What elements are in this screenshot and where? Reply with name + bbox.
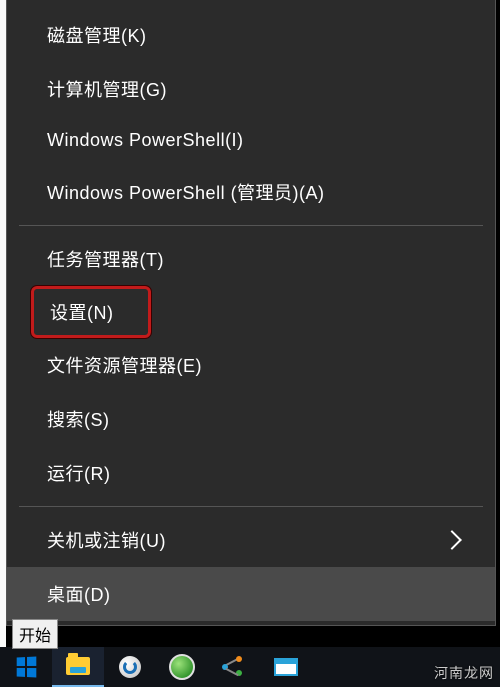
start-button[interactable]: [0, 647, 52, 687]
menu-item-powershell[interactable]: Windows PowerShell(I): [7, 116, 495, 165]
menu-item-computer-management[interactable]: 计算机管理(G): [7, 62, 495, 116]
menu-item-label: 设置(N): [50, 299, 114, 325]
menu-item-label: 文件资源管理器(E): [47, 352, 202, 378]
taskbar-item-app-3[interactable]: [208, 647, 260, 687]
share-nodes-icon: [222, 656, 246, 678]
watermark-text: 河南龙网: [434, 663, 494, 683]
taskbar: [0, 647, 500, 687]
menu-item-file-explorer[interactable]: 文件资源管理器(E): [7, 338, 495, 392]
menu-divider: [19, 506, 483, 507]
start-tooltip: 开始: [12, 619, 58, 649]
menu-item-run[interactable]: 运行(R): [7, 446, 495, 500]
taskbar-item-app-2[interactable]: [156, 647, 208, 687]
folder-icon: [66, 657, 90, 675]
menu-item-label: 搜索(S): [47, 406, 110, 432]
menu-item-label: 运行(R): [47, 460, 111, 486]
app-circle-icon: [119, 656, 141, 678]
menu-item-powershell-admin[interactable]: Windows PowerShell (管理员)(A): [7, 165, 495, 219]
menu-item-label: Windows PowerShell (管理员)(A): [47, 179, 325, 205]
menu-item-shutdown-signout[interactable]: 关机或注销(U): [7, 513, 495, 567]
menu-item-label: 任务管理器(T): [47, 246, 164, 272]
taskbar-item-file-explorer[interactable]: [52, 647, 104, 687]
taskbar-item-app-1[interactable]: [104, 647, 156, 687]
menu-item-search[interactable]: 搜索(S): [7, 392, 495, 446]
window-app-icon: [274, 658, 298, 676]
menu-item-disk-management[interactable]: 磁盘管理(K): [7, 8, 495, 62]
menu-item-task-manager[interactable]: 任务管理器(T): [7, 232, 495, 286]
menu-item-label: Windows PowerShell(I): [47, 130, 244, 151]
menu-item-desktop[interactable]: 桌面(D): [7, 567, 495, 621]
menu-item-label: 磁盘管理(K): [47, 22, 147, 48]
menu-item-settings[interactable]: 设置(N): [34, 289, 148, 335]
windows-logo-icon: [17, 656, 37, 677]
winx-context-menu: 磁盘管理(K) 计算机管理(G) Windows PowerShell(I) W…: [6, 0, 496, 626]
chevron-right-icon: [442, 530, 462, 550]
menu-item-label: 计算机管理(G): [47, 76, 167, 102]
menu-divider: [19, 225, 483, 226]
annotation-highlight: 设置(N): [31, 286, 151, 338]
taskbar-item-app-4[interactable]: [260, 647, 312, 687]
app-green-icon: [169, 654, 195, 680]
menu-item-label: 桌面(D): [47, 581, 111, 607]
menu-item-label: 关机或注销(U): [47, 527, 166, 553]
